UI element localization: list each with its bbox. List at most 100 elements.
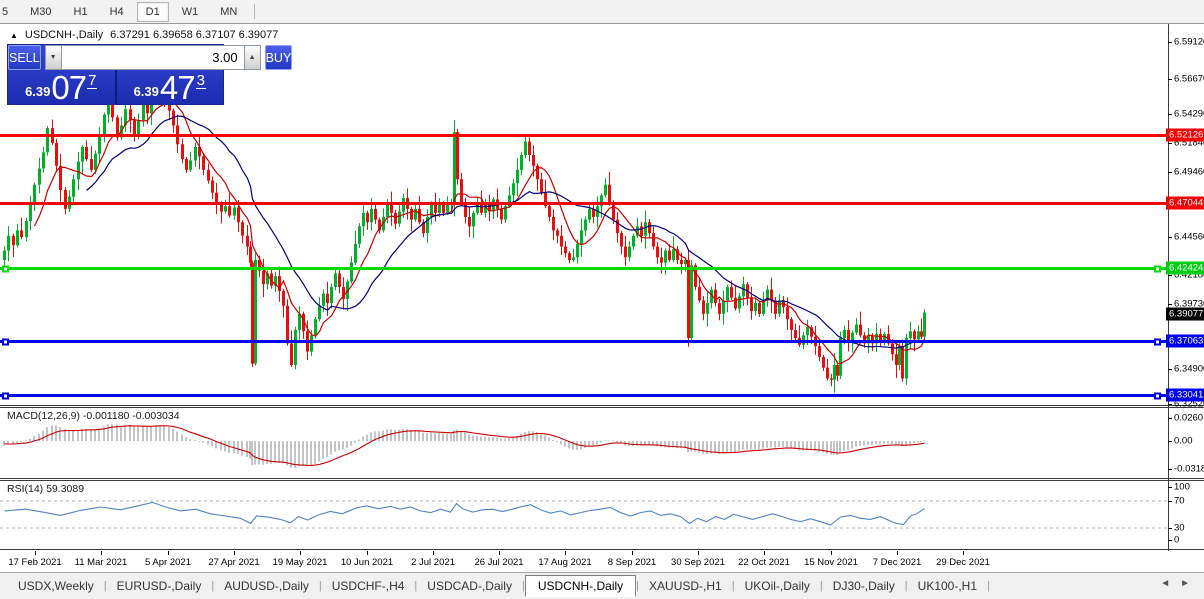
chart-tab-usdcaddaily[interactable]: USDCAD-,Daily: [417, 576, 522, 596]
line-handle[interactable]: [1154, 392, 1161, 399]
chart-tab-uk100h1[interactable]: UK100-,H1: [908, 576, 987, 596]
candle: [762, 291, 765, 316]
candle: [270, 266, 273, 289]
sell-button[interactable]: SELL: [8, 45, 41, 70]
macd-bar: [572, 441, 574, 450]
macd-bar: [282, 441, 284, 464]
macd-bar: [883, 441, 885, 444]
tab-scroll-left-icon[interactable]: ◄: [1160, 578, 1170, 589]
timeframe-button-5[interactable]: 5: [0, 2, 17, 22]
timeframe-button-w1[interactable]: W1: [173, 2, 208, 22]
line-handle[interactable]: [2, 392, 9, 399]
candle: [189, 151, 192, 172]
horizontal-line-341[interactable]: [0, 338, 1168, 345]
timeframe-button-h1[interactable]: H1: [65, 2, 97, 22]
macd-bar: [556, 441, 558, 443]
macd-bar: [294, 441, 296, 468]
candle: [770, 277, 773, 314]
horizontal-line-135[interactable]: [0, 134, 1168, 137]
candle: [16, 223, 19, 248]
moving-average-20: [86, 115, 925, 349]
panel-splitter-macd[interactable]: [0, 405, 1204, 408]
date-label: 17 Aug 2021: [538, 557, 592, 568]
price-axis-tick: [1168, 143, 1172, 144]
buy-button[interactable]: BUY: [264, 45, 293, 70]
macd-bar: [616, 441, 618, 443]
timeframe-toolbar: 5 M30 H1 H4 D1 W1 MN: [0, 0, 1204, 24]
line-handle[interactable]: [1154, 265, 1161, 272]
chart-tab-usdchfh4[interactable]: USDCHF-,H4: [322, 576, 415, 596]
candle: [920, 318, 923, 339]
candle: [124, 104, 127, 132]
macd-bar: [55, 425, 57, 441]
candle: [698, 278, 701, 303]
price-line-label: 6.39077: [1166, 307, 1204, 321]
macd-bar: [770, 441, 772, 448]
candle: [822, 354, 825, 371]
candle: [38, 157, 41, 194]
macd-bar: [468, 434, 470, 441]
horizontal-line-203[interactable]: [0, 202, 1168, 205]
price-axis-label: 6.54290: [1174, 108, 1204, 120]
macd-bar: [438, 432, 440, 441]
timeframe-button-m30[interactable]: M30: [21, 2, 60, 22]
candle: [826, 359, 829, 381]
macd-bar: [129, 425, 131, 441]
chart-tab-audusddaily[interactable]: AUDUSD-,Daily: [214, 576, 319, 596]
macd-bar: [326, 441, 328, 458]
macd-bar: [310, 441, 312, 466]
chart-tab-ukoildaily[interactable]: UKOil-,Daily: [735, 576, 820, 596]
timeframe-button-mn[interactable]: MN: [211, 2, 246, 22]
macd-axis-tick: [1168, 418, 1172, 419]
horizontal-line-268[interactable]: [0, 265, 1168, 272]
date-tick: [234, 551, 235, 555]
price-line-label: 6.37063: [1166, 334, 1204, 348]
chart-tab-eurusddaily[interactable]: EURUSD-,Daily: [107, 576, 212, 596]
buy-price-big: 47: [159, 68, 196, 106]
volume-increase-button[interactable]: ▲: [243, 45, 261, 70]
timeframe-button-d1[interactable]: D1: [136, 1, 169, 22]
panel-splitter-rsi[interactable]: [0, 478, 1204, 481]
macd-bar: [394, 429, 396, 441]
sell-price-pip: 7: [87, 72, 98, 89]
candle: [528, 137, 531, 162]
date-tick: [499, 551, 500, 555]
timeframe-button-h4[interactable]: H4: [101, 2, 133, 22]
volume-decrease-button[interactable]: ▼: [44, 45, 62, 70]
volume-input[interactable]: [61, 45, 244, 70]
line-handle[interactable]: [2, 338, 9, 345]
chart-tab-dj30daily[interactable]: DJ30-,Daily: [823, 576, 905, 596]
macd-bar: [241, 441, 243, 456]
macd-bar: [133, 426, 135, 441]
macd-bar: [847, 441, 849, 450]
candle: [390, 191, 393, 226]
buy-price-display[interactable]: 6.39 47 3: [117, 70, 224, 104]
macd-bar: [891, 441, 893, 445]
one-click-collapse-icon[interactable]: ▲: [10, 31, 18, 40]
sell-price-display[interactable]: 6.39 07 7: [8, 70, 117, 104]
macd-bar: [754, 441, 756, 450]
candle: [552, 209, 555, 241]
candle: [714, 283, 717, 307]
line-handle[interactable]: [2, 265, 9, 272]
tab-scroll-right-icon[interactable]: ►: [1180, 578, 1190, 589]
date-tick: [168, 551, 169, 555]
date-label: 22 Oct 2021: [738, 557, 790, 568]
chart-tab-usdcnhdaily[interactable]: USDCNH-,Daily: [524, 575, 637, 597]
macd-bar: [42, 430, 44, 441]
chart-symbol-period: USDCNH-,Daily: [24, 29, 104, 41]
chart-tab-usdxweekly[interactable]: USDX,Weekly: [8, 576, 104, 596]
date-label: 19 May 2021: [272, 557, 328, 568]
macd-bar: [402, 428, 404, 441]
candle: [564, 241, 567, 258]
macd-bar: [750, 441, 752, 450]
candle: [738, 293, 741, 313]
candle: [434, 192, 437, 222]
line-handle[interactable]: [1154, 338, 1161, 345]
horizontal-line-395[interactable]: [0, 392, 1168, 399]
macd-bar: [612, 440, 614, 441]
chart-tab-xauusdh1[interactable]: XAUUSD-,H1: [639, 576, 732, 596]
candle: [710, 286, 713, 309]
candle: [215, 183, 218, 215]
macd-bar: [358, 439, 360, 441]
